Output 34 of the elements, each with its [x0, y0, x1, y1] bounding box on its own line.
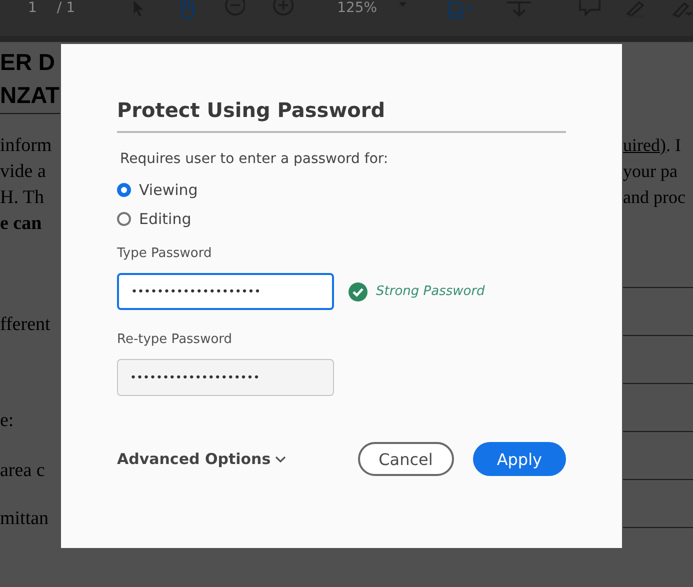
apply-button[interactable]: Apply	[472, 442, 566, 476]
radio-option[interactable]: Editing	[117, 210, 192, 228]
field-label: Type Password	[117, 245, 212, 263]
chevron-icon	[274, 456, 286, 462]
radio-button[interactable]	[117, 183, 131, 197]
body-text: vide a	[0, 160, 46, 184]
strength-text: Strong Password	[376, 284, 485, 299]
field-label: Re-type Password	[117, 331, 232, 349]
body-text: e can	[0, 212, 42, 236]
radio-option[interactable]: Viewing	[117, 181, 198, 199]
password-field[interactable]: ••••••••••••••••••••	[117, 359, 334, 396]
hand-icon[interactable]	[178, 0, 197, 20]
dialog-title: Protect Using Password	[117, 98, 386, 122]
body-text: mittan	[0, 507, 49, 531]
advanced-options-toggle[interactable]: Advanced Options	[117, 450, 286, 468]
heading-text: ER D	[0, 48, 55, 77]
radio-button[interactable]	[117, 212, 131, 226]
zoom-field[interactable]: 125%	[337, 0, 378, 16]
body-text: your pa	[623, 160, 678, 183]
cancel-button[interactable]: Cancel	[358, 442, 454, 476]
password-field[interactable]: ••••••••••••••••••••	[117, 273, 334, 310]
body-text: fferent	[0, 313, 50, 337]
body-text: inform	[0, 134, 52, 158]
heading-text: NZAT	[0, 81, 60, 110]
body-text: H. Th	[0, 186, 44, 210]
body-text: area c	[0, 459, 45, 483]
page-number-field[interactable]: 1	[28, 0, 37, 16]
page-fit-icon[interactable]	[446, 0, 473, 20]
prompt-text: Requires user to enter a password for:	[120, 150, 388, 169]
body-text: uired). I	[623, 134, 681, 157]
page-count: / 1	[56, 0, 75, 16]
body-text: and proc	[623, 186, 686, 209]
check-icon	[348, 282, 368, 302]
body-text: e:	[0, 409, 14, 433]
